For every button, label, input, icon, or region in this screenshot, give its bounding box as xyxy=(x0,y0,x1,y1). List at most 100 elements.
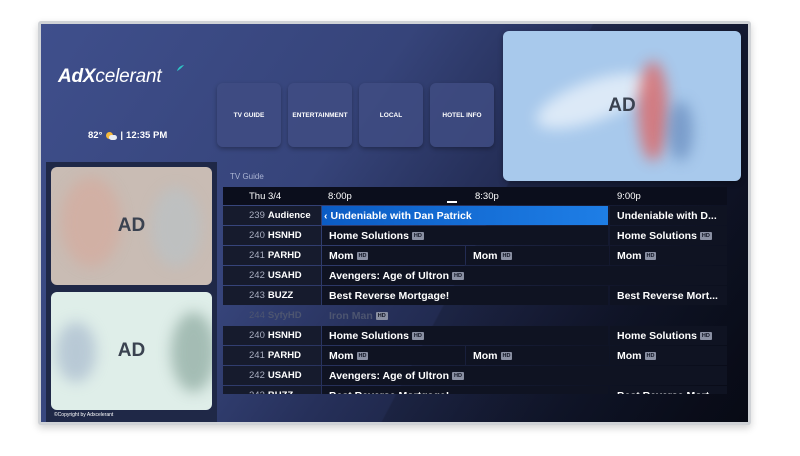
program-title: Best Reverse Mortgage! xyxy=(329,289,450,302)
channel-name: BUZZ xyxy=(268,390,293,394)
program-cell[interactable]: Mom HD xyxy=(322,346,465,365)
hd-badge: HD xyxy=(411,231,424,240)
program-title: Best Reverse Mort... xyxy=(617,289,718,302)
channel-number: 242 xyxy=(249,370,265,381)
program-title: Best Reverse Mort... xyxy=(617,390,718,395)
program-title: Avengers: Age of Ultron xyxy=(329,269,449,282)
program-title: Home Solutions xyxy=(617,229,697,242)
program-title: Mom xyxy=(329,349,354,362)
channel-row[interactable]: 242 USAHD Avengers: Age of Ultron HD xyxy=(223,366,727,385)
adxcelerant-logo: AdXcelerant xyxy=(58,66,162,87)
channel-number: 240 xyxy=(249,230,265,241)
guide-date: Thu 3/4 xyxy=(249,191,282,202)
tile-local[interactable]: LOCAL xyxy=(359,83,423,147)
channel-number: 241 xyxy=(249,250,265,261)
program-cell[interactable]: Home Solutions HD xyxy=(322,226,608,245)
program-cell[interactable]: Avengers: Age of Ultron HD xyxy=(322,366,727,385)
program-cell[interactable]: Mom HD xyxy=(610,246,727,265)
program-cell-selected[interactable]: ‹ Undeniable with Dan Patrick xyxy=(322,206,608,225)
program-cell[interactable]: Best Reverse Mortgage! xyxy=(322,386,608,394)
ad-banner-top-right[interactable]: AD xyxy=(503,31,741,181)
program-title: Home Solutions xyxy=(617,329,697,342)
program-title: Avengers: Age of Ultron xyxy=(329,369,449,382)
channel-cell: 240 HSNHD xyxy=(223,326,321,345)
channel-cell: 242 USAHD xyxy=(223,366,321,385)
ad-side-bottom[interactable]: AD xyxy=(51,292,212,410)
chevron-left-icon: ‹ xyxy=(324,209,328,222)
time-header: Thu 3/4 8:00p 8:30p 9:00p xyxy=(223,187,727,205)
program-cell[interactable]: Best Reverse Mort... xyxy=(610,286,727,305)
logo-mark-icon xyxy=(176,64,185,72)
channel-name: HSNHD xyxy=(267,330,302,341)
channel-cell: 243BUZZ xyxy=(223,386,321,394)
channel-row[interactable]: 241 PARHD Mom HD Mom HD Mom HD xyxy=(223,346,727,365)
program-cell[interactable]: Best Reverse Mortgage! xyxy=(322,286,608,305)
channel-cell: 241 PARHD xyxy=(223,346,321,365)
guide-title: TV Guide xyxy=(230,172,264,181)
channel-number: 239 xyxy=(249,210,265,221)
channel-name: USAHD xyxy=(267,370,302,381)
tile-tv-guide[interactable]: TV GUIDE xyxy=(217,83,281,147)
channel-row[interactable]: 240 HSNHD Home Solutions HD Home Solutions HD xyxy=(223,326,727,345)
program-cell[interactable]: Undeniable with D... xyxy=(610,206,727,225)
channel-cell: 240 HSNHD xyxy=(223,226,321,245)
program-cell[interactable]: Mom HD xyxy=(466,246,609,265)
copyright: ©Copyright by Adxcelerant xyxy=(54,412,114,418)
program-cell[interactable]: Avengers: Age of Ultron HD xyxy=(322,266,727,285)
channel-row[interactable]: 243BUZZ Best Reverse Mortgage! Best Revers… xyxy=(223,286,727,305)
channel-row[interactable]: 241 PARHD Mom HD Mom HD Mom HD xyxy=(223,246,727,265)
hd-badge: HD xyxy=(500,351,513,360)
channel-cell: 244 SyfyHD xyxy=(223,306,321,325)
temperature: 82° xyxy=(88,130,103,141)
channel-name: USAHD xyxy=(267,270,302,281)
hd-badge: HD xyxy=(356,251,369,260)
channel-row[interactable]: 244 SyfyHD Iron Man HD xyxy=(223,306,727,325)
channel-name: HSNHD xyxy=(267,230,302,241)
channel-number: 240 xyxy=(249,330,265,341)
channel-cell: 239 Audience xyxy=(223,206,321,225)
hd-badge: HD xyxy=(411,331,424,340)
ad-side-top[interactable]: AD xyxy=(51,167,212,285)
channel-number: 241 xyxy=(249,350,265,361)
tile-hotel-info[interactable]: HOTEL INFO xyxy=(430,83,494,147)
main-menu: TV GUIDE ENTERTAINMENT LOCAL HOTEL INFO xyxy=(217,83,494,147)
channel-row[interactable]: 239 Audience ‹ Undeniable with Dan Patrick U… xyxy=(223,206,727,225)
channel-name: PARHD xyxy=(267,350,301,361)
tile-entertainment[interactable]: ENTERTAINMENT xyxy=(288,83,352,147)
hd-badge: HD xyxy=(375,311,388,320)
channel-number: 243 xyxy=(249,390,265,394)
program-cell[interactable]: Home Solutions HD xyxy=(322,326,608,345)
program-title: Mom xyxy=(473,249,498,262)
channel-row[interactable]: 243BUZZ Best Reverse Mortgage! Best Revers… xyxy=(223,386,727,394)
program-title: Best Reverse Mortgage! xyxy=(329,390,449,395)
ad-label: AD xyxy=(117,340,146,361)
program-cell[interactable]: Mom HD xyxy=(322,246,465,265)
channel-number: 243 xyxy=(249,290,265,301)
program-cell[interactable]: Best Reverse Mort... xyxy=(610,386,727,394)
hd-badge: HD xyxy=(644,351,657,360)
program-cell[interactable]: Mom HD xyxy=(610,346,727,365)
program-cell[interactable]: Home Solutions HD xyxy=(610,326,727,345)
channel-row[interactable]: 242 USAHD Avengers: Age of Ultron HD xyxy=(223,266,727,285)
hd-badge: HD xyxy=(644,251,657,260)
tv-guide-grid: Thu 3/4 8:00p 8:30p 9:00p 239 Audience ‹ Un… xyxy=(223,187,727,394)
program-cell[interactable]: Iron Man HD xyxy=(322,306,727,325)
channel-number: 242 xyxy=(249,270,265,281)
partly-sunny-icon xyxy=(105,131,118,140)
time-slot: 9:00p xyxy=(617,191,641,202)
weather-clock: 82° | 12:35 PM xyxy=(88,130,168,141)
program-cell[interactable]: Home Solutions HD xyxy=(610,226,727,245)
program-cell[interactable]: Mom HD xyxy=(466,346,609,365)
hd-badge: HD xyxy=(356,351,369,360)
clock: 12:35 PM xyxy=(126,130,168,141)
program-title: Mom xyxy=(617,249,642,262)
hd-badge: HD xyxy=(451,371,464,380)
ad-label: AD xyxy=(117,215,146,236)
program-title: Mom xyxy=(617,349,642,362)
time-slot: 8:30p xyxy=(475,191,499,202)
time-slot: 8:00p xyxy=(328,191,352,202)
channel-name: SyfyHD xyxy=(267,310,302,321)
channel-name: BUZZ xyxy=(267,290,294,301)
hd-badge: HD xyxy=(699,231,712,240)
channel-row[interactable]: 240 HSNHD Home Solutions HD Home Solutions HD xyxy=(223,226,727,245)
